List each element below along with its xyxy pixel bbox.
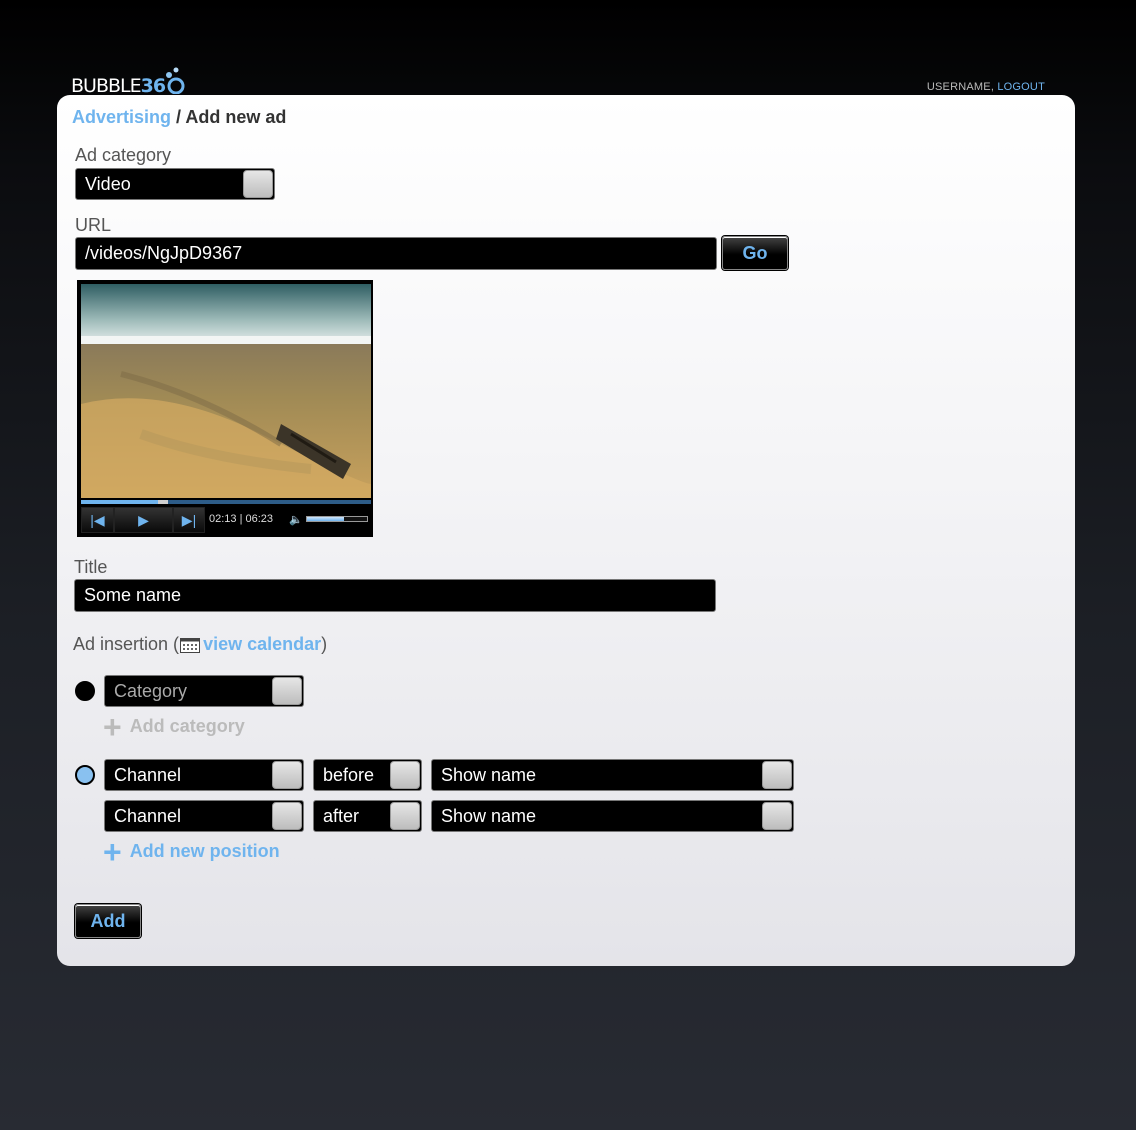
ad-category-value: Video [85,173,131,194]
volume-icon[interactable]: 🔈 [289,513,303,526]
relation-select-1[interactable]: before [313,759,422,791]
channel-select-2-value: Channel [114,805,182,826]
show-select-1[interactable]: Show name [431,759,794,791]
previous-button[interactable]: |◀ [81,507,114,533]
show-select-2[interactable]: Show name [431,800,794,832]
video-progress-thumb[interactable] [158,500,168,504]
logo-text: BUBBLE36 [71,75,166,97]
show-2-dropdown-knob[interactable] [762,802,792,830]
next-button[interactable]: ▶| [173,507,205,533]
add-category-label: Add category [129,716,245,736]
video-frame[interactable] [81,284,371,498]
ad-category-dropdown-knob[interactable] [243,170,273,198]
volume-fill [307,517,345,521]
logout-link[interactable]: LOGOUT [997,81,1045,93]
breadcrumb-advertising-link[interactable]: Advertising [72,107,171,127]
category-select[interactable]: Category [104,675,304,707]
plus-icon: + [103,708,122,745]
calendar-icon[interactable] [180,637,201,653]
channel-2-dropdown-knob[interactable] [272,802,302,830]
view-calendar-link[interactable]: view calendar [203,634,321,655]
title-value: Some name [84,585,182,605]
channel-1-dropdown-knob[interactable] [272,761,302,789]
video-controls: |◀ ▶ ▶| 02:13 | 06:23 🔈 [81,498,371,535]
relation-select-1-value: before [323,764,375,785]
show-select-1-value: Show name [441,764,537,785]
skip-forward-icon: ▶| [181,511,197,528]
ad-category-label: Ad category [75,145,172,165]
add-new-position-label: Add new position [129,841,280,861]
play-button[interactable]: ▶ [114,507,173,533]
relation-2-dropdown-knob[interactable] [390,802,420,830]
breadcrumb: Advertising / Add new ad [72,107,286,128]
play-icon: ▶ [138,511,149,528]
video-frame-image [81,284,371,498]
show-1-dropdown-knob[interactable] [762,761,792,789]
add-button[interactable]: Add [75,904,141,938]
breadcrumb-current: Add new ad [185,107,287,127]
category-select-value: Category [114,680,188,701]
channel-select-1-value: Channel [114,764,182,785]
volume-slider[interactable] [306,516,368,522]
main-panel: Advertising / Add new ad Ad category Vid… [57,95,1075,966]
title-input[interactable]: Some name [74,579,716,612]
show-select-2-value: Show name [441,805,537,826]
video-progress-fill [81,500,168,504]
relation-select-2-value: after [323,805,360,826]
add-category-link[interactable]: + Add category [103,708,245,745]
category-dropdown-knob[interactable] [272,677,302,705]
relation-1-dropdown-knob[interactable] [390,761,420,789]
url-label: URL [75,215,112,235]
skip-back-icon: |◀ [90,511,105,528]
channel-select-1[interactable]: Channel [104,759,304,791]
user-bar: USERNAME, LOGOUT [927,81,1045,93]
plus-icon: + [103,833,122,870]
add-new-position-link[interactable]: + Add new position [103,833,280,870]
url-input[interactable]: /videos/NgJpD9367 [75,237,717,270]
ad-insertion-label: Ad insertion ( view calendar ) [73,634,327,655]
url-value: /videos/NgJpD9367 [85,243,243,263]
logo-bubbles-icon [166,67,185,94]
relation-select-2[interactable]: after [313,800,422,832]
category-radio[interactable] [75,681,95,701]
ad-insertion-text: Ad insertion ( [73,634,180,654]
title-label: Title [74,557,108,577]
ad-category-select[interactable]: Video [75,168,275,200]
ad-insertion-close-paren: ) [321,634,328,654]
go-button[interactable]: Go [722,236,788,270]
channel-select-2[interactable]: Channel [104,800,304,832]
video-time: 02:13 | 06:23 [209,513,274,525]
channel-radio[interactable] [75,765,95,785]
video-player: |◀ ▶ ▶| 02:13 | 06:23 🔈 [77,280,373,537]
video-progress-bar[interactable] [81,500,371,504]
username-label: USERNAME, [926,81,995,93]
breadcrumb-separator: / [171,107,186,127]
